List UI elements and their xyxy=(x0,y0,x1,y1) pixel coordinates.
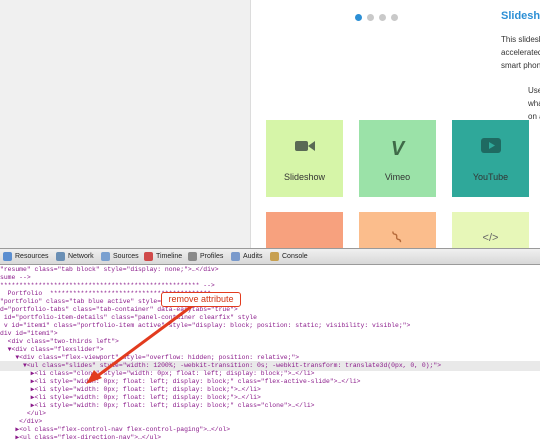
annotation-callout: remove attribute xyxy=(161,292,241,307)
screenshot-root: Slidesho This slidesh accelerated smart … xyxy=(0,0,540,445)
annotation-arrow xyxy=(86,304,193,384)
